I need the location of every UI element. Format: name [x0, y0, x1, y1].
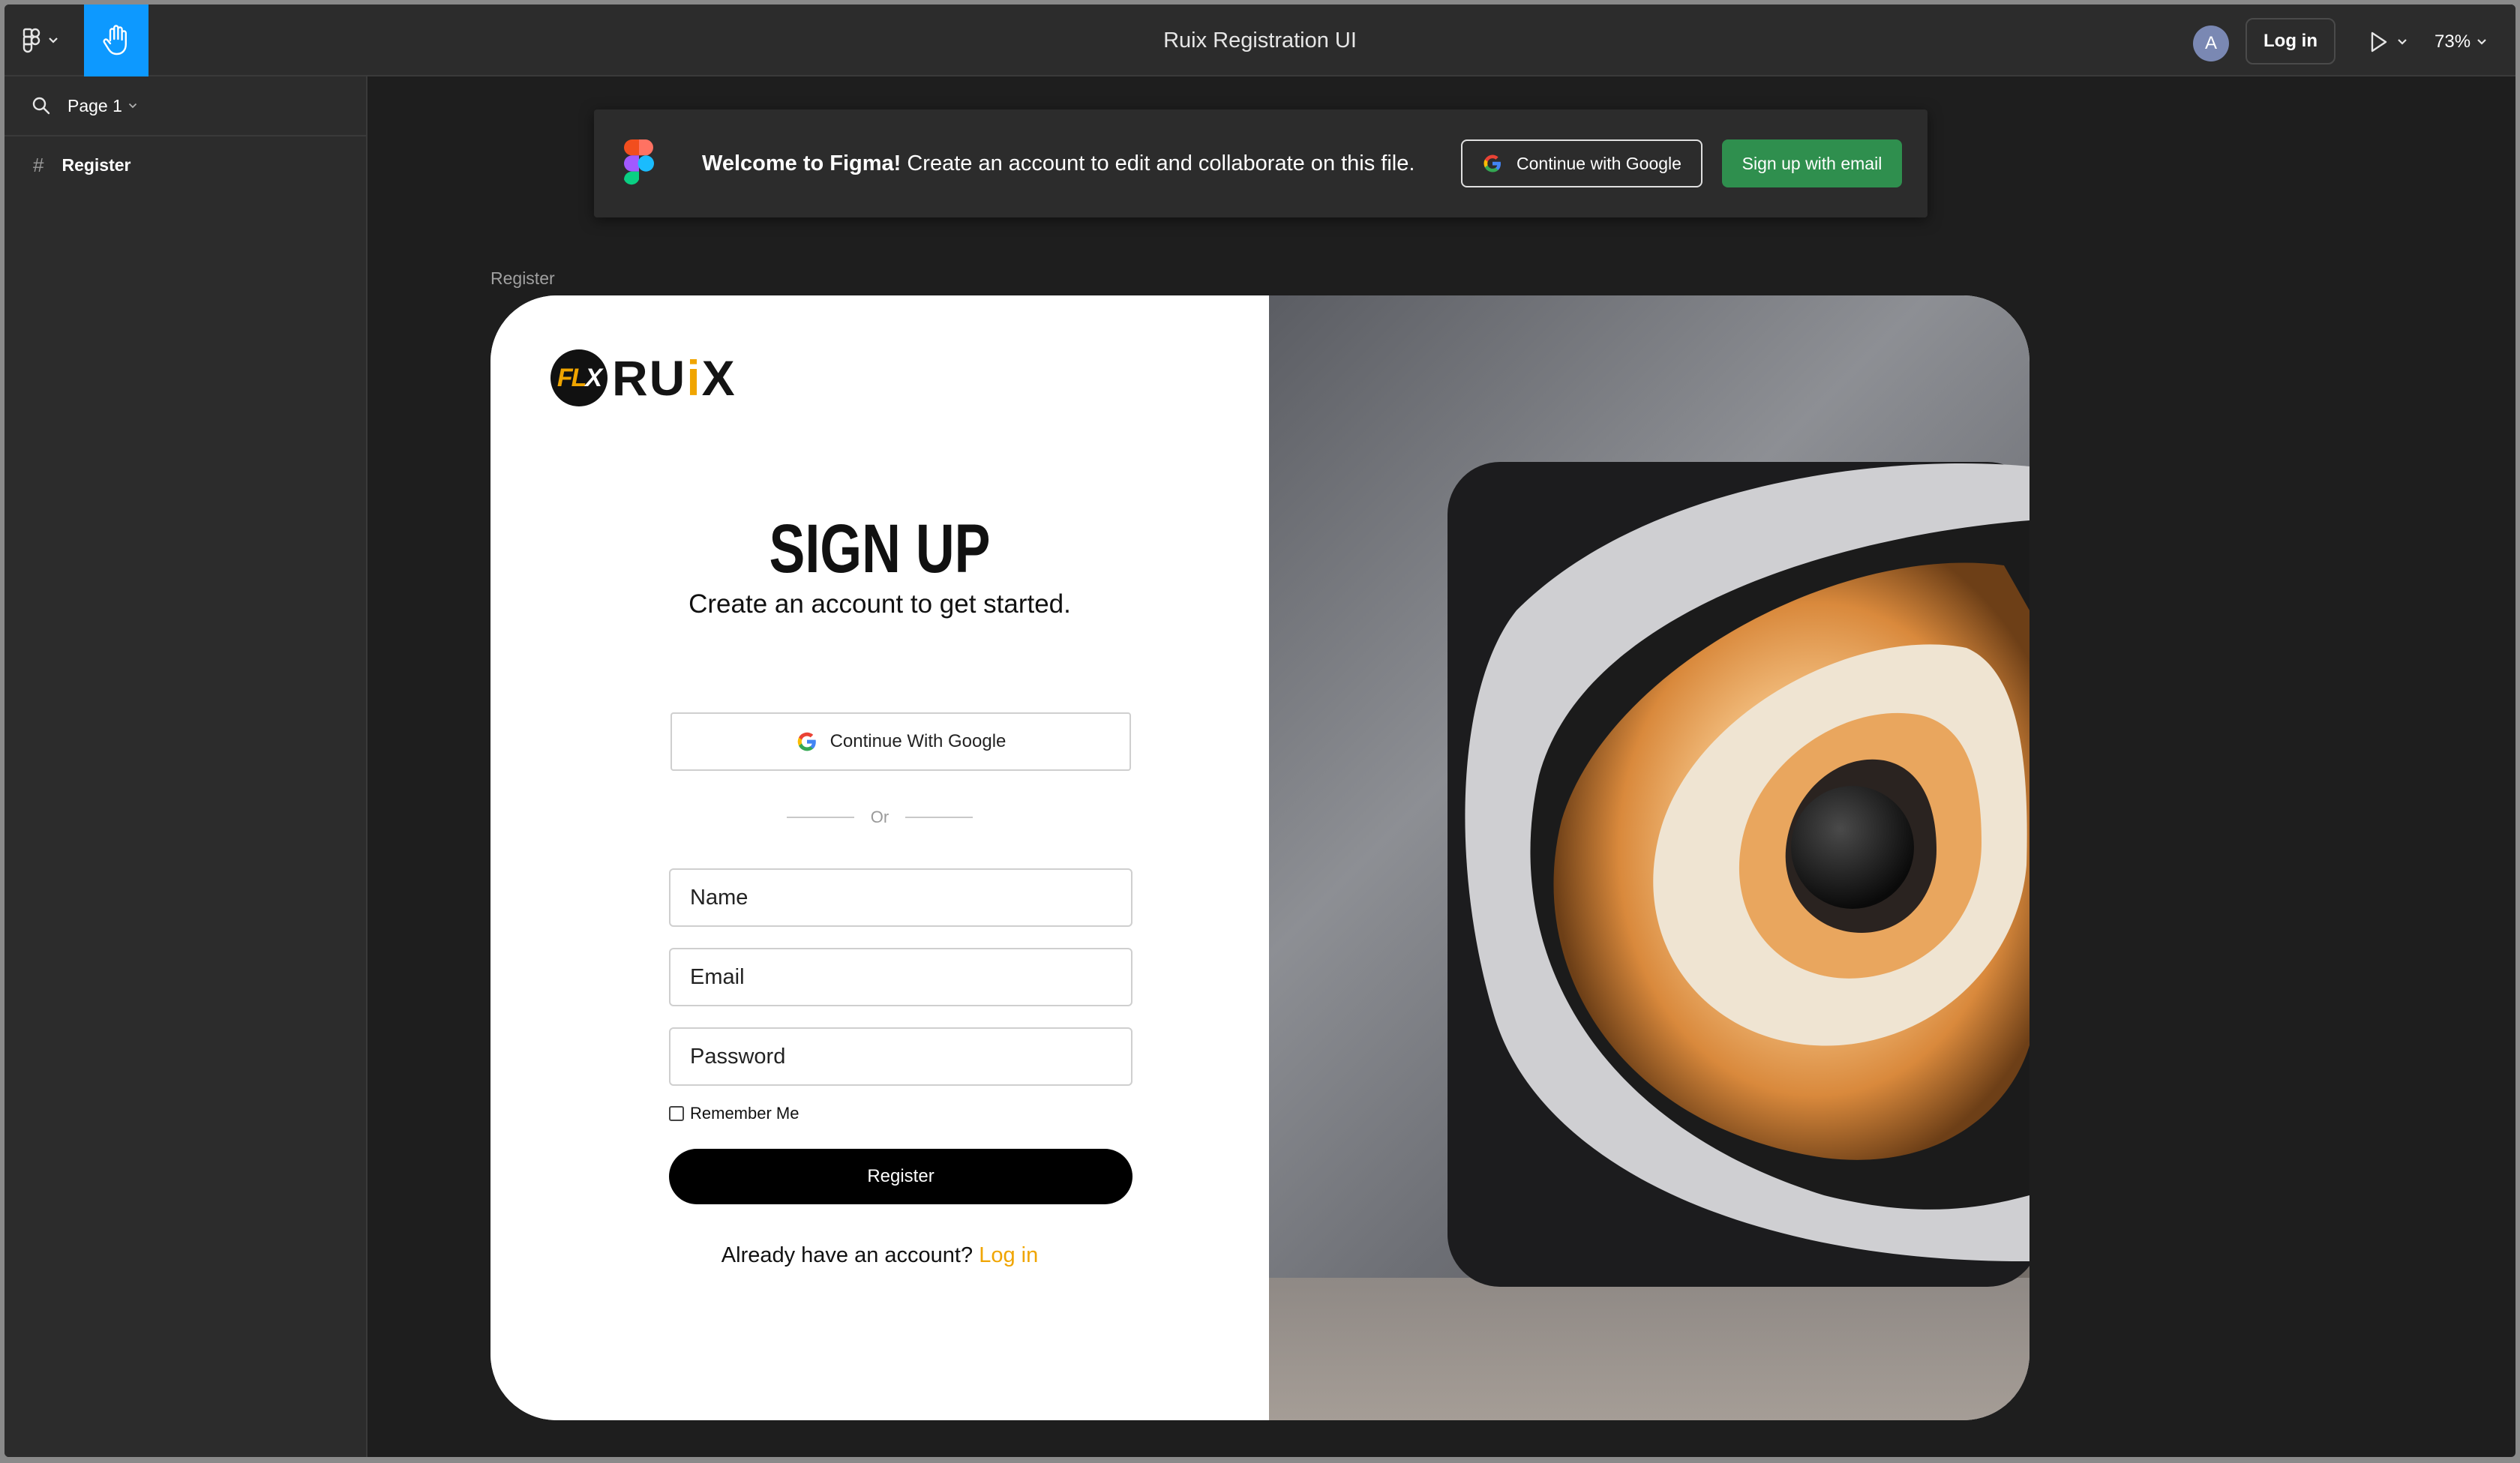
main-menu-button[interactable]	[22, 22, 72, 58]
wordmark-x: X	[701, 350, 736, 406]
zoom-dropdown[interactable]: 73%	[2434, 27, 2487, 57]
login-link[interactable]: Log in	[979, 1243, 1038, 1267]
abstract-swirl-artwork	[1448, 462, 2030, 1287]
logo-mark-x: X	[585, 363, 602, 392]
hero-artwork	[1269, 295, 2030, 1420]
password-field[interactable]	[669, 1027, 1132, 1086]
chevron-down-icon	[128, 103, 137, 109]
register-button[interactable]: Register	[669, 1149, 1132, 1204]
login-prompt: Already have an account? Log in	[490, 1243, 1269, 1268]
zoom-level: 73%	[2434, 31, 2471, 52]
google-icon	[1484, 154, 1502, 172]
welcome-banner: Welcome to Figma! Create an account to e…	[594, 109, 1928, 217]
avatar[interactable]: A	[2193, 25, 2229, 61]
form-continue-with-google-button[interactable]: Continue With Google	[670, 712, 1131, 771]
chevron-down-icon	[49, 37, 58, 43]
hand-tool-button[interactable]	[84, 4, 148, 76]
logo-mark-letters: FL	[556, 363, 587, 392]
frame-label[interactable]: Register	[490, 268, 555, 289]
chevron-down-icon	[2398, 39, 2407, 45]
ruix-wordmark: RUiX	[612, 349, 736, 406]
frame-icon: #	[33, 153, 44, 176]
login-prompt-text: Already have an account?	[721, 1243, 974, 1267]
document-title: Ruix Registration UI	[1163, 28, 1357, 52]
remember-me-checkbox[interactable]: Remember Me	[669, 1102, 799, 1125]
chevron-down-icon	[2477, 39, 2486, 45]
figma-menu-icon	[22, 28, 40, 53]
page-name: Page 1	[68, 95, 122, 115]
google-button-label: Continue with Google	[1516, 153, 1682, 173]
page-selector[interactable]: Page 1	[4, 76, 366, 136]
layers-sidebar: Page 1 # Register	[4, 76, 368, 1457]
register-frame[interactable]: FL X RUiX SIGN UP Create an account to ge…	[490, 295, 2030, 1420]
search-icon[interactable]	[32, 96, 51, 115]
divider-text: Or	[870, 808, 890, 826]
banner-bold-text: Welcome to Figma!	[702, 151, 902, 175]
remember-me-label: Remember Me	[690, 1104, 800, 1123]
page-subtitle: Create an account to get started.	[688, 589, 1071, 619]
divider-line	[905, 817, 974, 818]
figma-logo-icon	[624, 139, 654, 185]
name-field[interactable]	[669, 868, 1132, 927]
play-icon	[2371, 31, 2387, 52]
figma-window: Ruix Registration UI A Log in 73% Page 1	[4, 4, 2516, 1457]
or-divider: Or	[490, 802, 1269, 832]
login-button[interactable]: Log in	[2246, 18, 2336, 64]
form-google-label: Continue With Google	[830, 731, 1006, 751]
continue-with-google-button[interactable]: Continue with Google	[1461, 139, 1702, 187]
sign-up-with-email-button[interactable]: Sign up with email	[1722, 139, 1902, 187]
checkbox-icon[interactable]	[669, 1106, 684, 1121]
banner-message: Welcome to Figma! Create an account to e…	[702, 109, 1414, 217]
layer-label: Register	[62, 154, 131, 175]
ruix-logo-mark: FL X	[550, 349, 608, 406]
wordmark-ru: RU	[612, 350, 687, 406]
layer-item-register[interactable]: # Register	[4, 148, 366, 181]
hand-icon	[103, 25, 127, 55]
ruix-logo: FL X RUiX	[550, 349, 736, 406]
email-field[interactable]	[669, 948, 1132, 1006]
divider-line	[786, 817, 854, 818]
google-icon	[797, 732, 816, 751]
toolbar: Ruix Registration UI A Log in 73%	[4, 4, 2516, 76]
wordmark-i: i	[686, 350, 702, 406]
banner-text: Create an account to edit and collaborat…	[907, 151, 1415, 175]
signup-form-panel: FL X RUiX SIGN UP Create an account to ge…	[490, 295, 1269, 1420]
page-title: SIGN UP	[769, 511, 991, 587]
present-button[interactable]	[2370, 27, 2408, 57]
